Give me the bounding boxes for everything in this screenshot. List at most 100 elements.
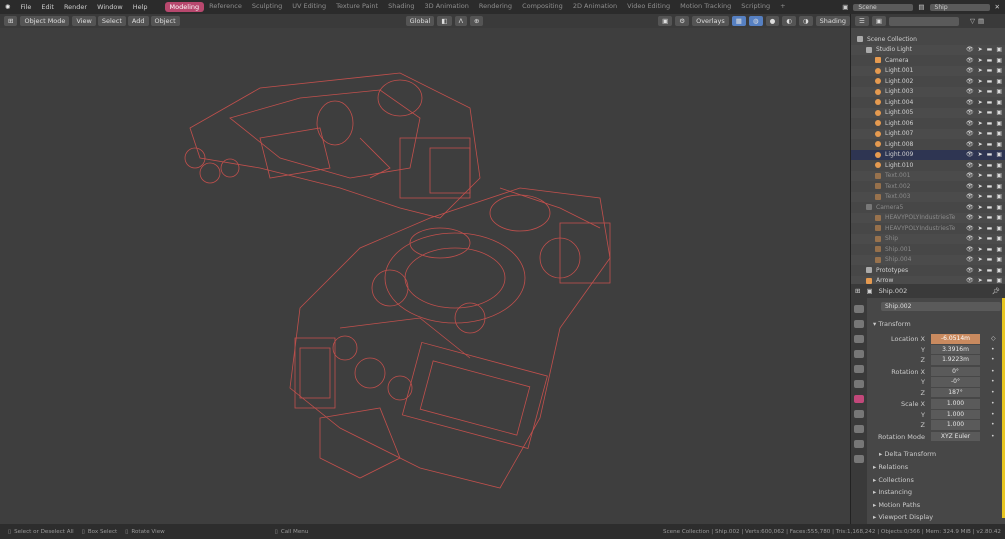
monitor-icon[interactable]: ▬ bbox=[987, 172, 993, 179]
keyframe-dot-icon[interactable]: • bbox=[991, 400, 995, 407]
keyframe-dot-icon[interactable]: • bbox=[991, 421, 995, 428]
monitor-icon[interactable]: ▬ bbox=[987, 267, 993, 274]
filter-icon[interactable]: ▽ bbox=[970, 17, 975, 25]
transform-field[interactable]: 187° bbox=[931, 387, 980, 397]
select-icon[interactable]: ➤ bbox=[978, 67, 983, 74]
monitor-icon[interactable]: ▬ bbox=[987, 67, 993, 74]
panel-relations[interactable]: ▸ Relations bbox=[873, 463, 908, 471]
scene-field[interactable]: Scene bbox=[853, 3, 914, 11]
select-icon[interactable]: ➤ bbox=[978, 151, 983, 158]
editor-type-button[interactable]: ⊞ bbox=[4, 16, 18, 26]
camera-icon[interactable]: ▣ bbox=[996, 151, 1002, 158]
outliner-item[interactable]: Studio Light 👁︎ ➤ ▬ ▣ bbox=[851, 44, 1005, 55]
eye-icon[interactable]: 👁︎ bbox=[966, 88, 974, 95]
monitor-icon[interactable]: ▬ bbox=[987, 99, 993, 106]
eye-icon[interactable]: 👁︎ bbox=[966, 225, 974, 232]
transform-field[interactable]: 1.000 bbox=[931, 399, 980, 409]
new-collection-icon[interactable]: ▤ bbox=[978, 17, 984, 25]
eye-icon[interactable]: 👁︎ bbox=[966, 57, 974, 64]
outliner-item[interactable]: Light.010 👁︎ ➤ ▬ ▣ bbox=[851, 160, 1005, 171]
mode-dropdown[interactable]: Object Mode bbox=[20, 16, 70, 26]
camera-icon[interactable]: ▣ bbox=[996, 172, 1002, 179]
select-icon[interactable]: ➤ bbox=[978, 235, 983, 242]
monitor-icon[interactable]: ▬ bbox=[987, 183, 993, 190]
camera-icon[interactable]: ▣ bbox=[996, 67, 1002, 74]
keyframe-dot-icon[interactable]: • bbox=[991, 368, 995, 375]
monitor-icon[interactable]: ▬ bbox=[987, 162, 993, 169]
select-icon[interactable]: ➤ bbox=[978, 57, 983, 64]
header-menu-add[interactable]: Add bbox=[127, 16, 149, 26]
camera-icon[interactable]: ▣ bbox=[996, 46, 1002, 53]
outliner-item[interactable]: Prototypes 👁︎ ➤ ▬ ▣ bbox=[851, 265, 1005, 276]
monitor-icon[interactable]: ▬ bbox=[987, 151, 993, 158]
tab-workspace-reference[interactable]: Reference bbox=[204, 2, 247, 12]
monitor-icon[interactable]: ▬ bbox=[987, 88, 993, 95]
monitor-icon[interactable]: ▬ bbox=[987, 204, 993, 211]
eye-icon[interactable]: 👁︎ bbox=[966, 151, 974, 158]
select-icon[interactable]: ➤ bbox=[978, 162, 983, 169]
select-icon[interactable]: ➤ bbox=[978, 246, 983, 253]
camera-icon[interactable]: ▣ bbox=[996, 183, 1002, 190]
eye-icon[interactable]: 👁︎ bbox=[966, 46, 974, 53]
monitor-icon[interactable]: ▬ bbox=[987, 256, 993, 263]
select-icon[interactable]: ➤ bbox=[978, 256, 983, 263]
select-icon[interactable]: ➤ bbox=[978, 193, 983, 200]
monitor-icon[interactable]: ▬ bbox=[987, 57, 993, 64]
tab-workspace-motion-tracking[interactable]: Motion Tracking bbox=[675, 2, 736, 12]
outliner-search-input[interactable] bbox=[888, 16, 959, 26]
editor-type-icon[interactable]: ⊞ bbox=[855, 287, 860, 295]
header-menu-view[interactable]: View bbox=[72, 16, 96, 26]
camera-icon[interactable]: ▣ bbox=[996, 141, 1002, 148]
panel-motion-paths[interactable]: ▸ Motion Paths bbox=[873, 501, 920, 509]
monitor-icon[interactable]: ▬ bbox=[987, 46, 993, 53]
snap-button[interactable]: ◧ bbox=[437, 16, 452, 26]
shading-solid-button[interactable]: ● bbox=[765, 16, 780, 26]
keyframe-dot-icon[interactable]: • bbox=[991, 356, 995, 363]
outliner-item[interactable]: Camera 👁︎ ➤ ▬ ▣ bbox=[851, 55, 1005, 66]
tab-constraints[interactable] bbox=[854, 425, 864, 433]
pivot-button[interactable]: ⊕ bbox=[470, 16, 484, 26]
eye-icon[interactable]: 👁︎ bbox=[966, 246, 974, 253]
panel-collections[interactable]: ▸ Collections bbox=[873, 476, 914, 484]
menu-file[interactable]: File bbox=[15, 3, 36, 11]
keyframe-dot-icon[interactable]: • bbox=[991, 389, 995, 396]
eye-icon[interactable]: 👁︎ bbox=[966, 109, 974, 116]
camera-icon[interactable]: ▣ bbox=[996, 162, 1002, 169]
outliner-item[interactable]: HEAVYPOLYIndustriesTe 👁︎ ➤ ▬ ▣ bbox=[851, 212, 1005, 223]
transform-field[interactable]: 1.000 bbox=[931, 420, 980, 430]
eye-icon[interactable]: 👁︎ bbox=[966, 172, 974, 179]
view-layer-icon[interactable]: ▤ bbox=[913, 3, 929, 11]
tab-output[interactable] bbox=[854, 335, 864, 343]
tab-workspace--[interactable]: + bbox=[775, 2, 790, 12]
overlays-dropdown[interactable]: Overlays bbox=[692, 16, 729, 26]
select-icon[interactable]: ➤ bbox=[978, 214, 983, 221]
eye-icon[interactable]: 👁︎ bbox=[966, 204, 974, 211]
eye-icon[interactable]: 👁︎ bbox=[966, 130, 974, 137]
monitor-icon[interactable]: ▬ bbox=[987, 109, 993, 116]
object-name-field[interactable]: Ship.002 bbox=[881, 302, 1001, 311]
select-icon[interactable]: ➤ bbox=[978, 172, 983, 179]
select-icon[interactable]: ➤ bbox=[978, 88, 983, 95]
xray-button[interactable]: ▦ bbox=[731, 16, 746, 26]
select-icon[interactable]: ➤ bbox=[978, 78, 983, 85]
transform-field[interactable]: 0° bbox=[931, 366, 980, 376]
display-mode-button[interactable]: ☰ bbox=[855, 16, 869, 26]
proportional-edit-button[interactable]: Λ bbox=[454, 16, 468, 26]
monitor-icon[interactable]: ▬ bbox=[987, 214, 993, 221]
transform-field[interactable]: -0° bbox=[931, 377, 980, 387]
keyframe-dot-icon[interactable]: ◇ bbox=[991, 335, 996, 342]
pin-icon[interactable]: 📌︎ bbox=[992, 287, 1000, 295]
tab-workspace-video-editing[interactable]: Video Editing bbox=[622, 2, 675, 12]
panel-viewport-display[interactable]: ▸ Viewport Display bbox=[873, 513, 933, 521]
tab-world[interactable] bbox=[854, 380, 864, 388]
outliner-item[interactable]: Light.001 👁︎ ➤ ▬ ▣ bbox=[851, 65, 1005, 76]
eye-icon[interactable]: 👁︎ bbox=[966, 193, 974, 200]
outliner-item[interactable]: Text.001 👁︎ ➤ ▬ ▣ bbox=[851, 170, 1005, 181]
outliner-item[interactable]: Light.008 👁︎ ➤ ▬ ▣ bbox=[851, 139, 1005, 150]
camera-icon[interactable]: ▣ bbox=[996, 193, 1002, 200]
3d-viewport[interactable] bbox=[0, 28, 850, 524]
outliner-item[interactable]: Light.006 👁︎ ➤ ▬ ▣ bbox=[851, 118, 1005, 129]
filter-type-button[interactable]: ▣ bbox=[871, 16, 886, 26]
select-icon[interactable]: ➤ bbox=[978, 183, 983, 190]
shading-material-button[interactable]: ◐ bbox=[782, 16, 796, 26]
